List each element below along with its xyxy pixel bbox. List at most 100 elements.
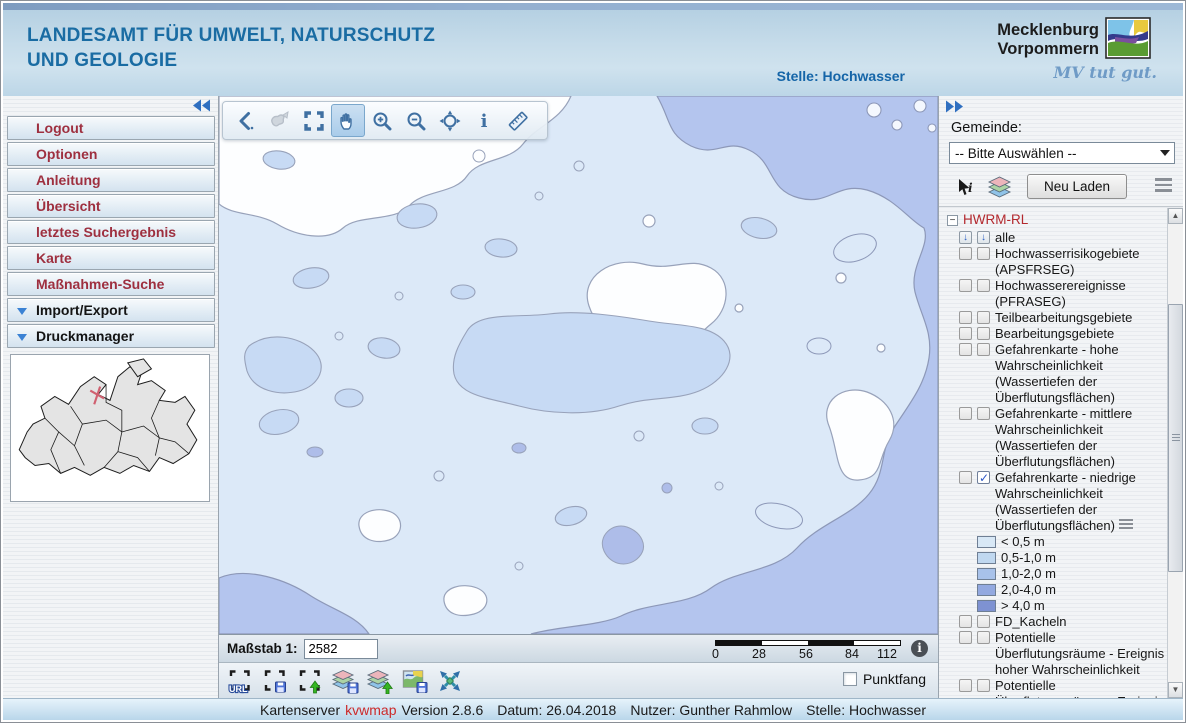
sidebar-item-uebersicht[interactable]: Übersicht (7, 194, 215, 218)
layer-checkbox[interactable] (977, 631, 990, 644)
punktfang-checkbox[interactable] (843, 672, 857, 686)
legend-swatch (977, 584, 996, 596)
layer-row: Hochwasserrisikogebiete (APSFRSEG) (959, 246, 1168, 278)
load-all-icon[interactable]: ↓ (977, 231, 990, 244)
load-extent-icon[interactable] (296, 667, 324, 695)
layer-checkbox[interactable] (977, 247, 990, 260)
layer-checkbox[interactable] (977, 327, 990, 340)
save-extent-icon[interactable] (261, 667, 289, 695)
flood-map-svg (219, 96, 938, 634)
layer-checkbox[interactable] (977, 615, 990, 628)
legend-swatch (977, 536, 996, 548)
brand-line2: Vorpommern (997, 40, 1099, 59)
layer-checkbox[interactable] (977, 407, 990, 420)
right-panel: Gemeinde: -- Bitte Auswählen -- i Neu La… (938, 96, 1183, 698)
zoom-in-icon[interactable] (365, 104, 399, 137)
layer-row: Bearbeitungsgebiete (959, 326, 1168, 342)
header: LANDESAMT FÜR UMWELT, NATURSCHUTZ UND GE… (3, 3, 1183, 96)
gemeinde-selected-value: -- Bitte Auswählen -- (955, 146, 1077, 161)
layer-checkbox[interactable] (959, 631, 972, 644)
svg-text:i: i (481, 111, 488, 132)
chevron-down-icon (17, 308, 27, 315)
flood-map-canvas[interactable]: i (219, 96, 938, 634)
sidebar-group-import-export[interactable]: Import/Export (7, 298, 215, 322)
punktfang-toggle[interactable]: Punktfang (843, 671, 926, 687)
save-map-image-icon[interactable] (401, 667, 429, 695)
save-layer-settings-icon[interactable] (331, 667, 359, 695)
layer-checkbox[interactable] (977, 311, 990, 324)
scalebar-ticks: 0 28 56 84 112 m (712, 647, 904, 661)
layer-checkbox[interactable] (959, 407, 972, 420)
layer-row: Potentielle Überflutungsräume - Ereignis (959, 678, 1168, 698)
sidebar-item-logout[interactable]: Logout (7, 116, 215, 140)
scrollbar-grip (1172, 434, 1180, 443)
back-arrow-icon[interactable] (229, 104, 263, 137)
tree-root-row: − HWRM-RL (947, 212, 1168, 228)
scroll-down-icon[interactable]: ▼ (1168, 682, 1183, 698)
layer-checkbox[interactable] (959, 679, 972, 692)
layer-checkbox[interactable] (977, 279, 990, 292)
layer-row: Gefahrenkarte - hohe Wahrscheinlichkeit … (959, 342, 1168, 406)
full-extent-icon[interactable] (297, 104, 331, 137)
tree-root-label: HWRM-RL (963, 212, 1028, 228)
layer-row: FD_Kacheln (959, 614, 1168, 630)
brand-line1: Mecklenburg (997, 21, 1099, 40)
scalebar: 0 28 56 84 112 m (712, 638, 904, 662)
sidebar-group-druckmanager[interactable]: Druckmanager (7, 324, 215, 348)
footer-datum: Datum: 26.04.2018 (497, 702, 616, 718)
expand-panel-icon[interactable] (944, 100, 966, 114)
measure-ruler-icon[interactable] (501, 104, 535, 137)
overview-map[interactable] (10, 354, 210, 502)
load-layer-settings-icon[interactable] (366, 667, 394, 695)
scalebar-info-icon[interactable]: i (911, 640, 928, 657)
layer-row: Teilbearbeitungsgebiete (959, 310, 1168, 326)
chevron-down-icon (17, 334, 27, 341)
gemeinde-label: Gemeinde: (951, 120, 1022, 136)
layer-checkbox[interactable] (959, 615, 972, 628)
layers-icon[interactable] (986, 174, 1014, 202)
layer-checkbox[interactable] (959, 343, 972, 356)
footer-app-name: kvwmap (345, 702, 396, 718)
stelle-label: Stelle: Hochwasser (777, 68, 905, 84)
sidebar-item-karte[interactable]: Karte (7, 246, 215, 270)
sidebar-item-massnahmen-suche[interactable]: Maßnahmen-Suche (7, 272, 215, 296)
sidebar-item-optionen[interactable]: Optionen (7, 142, 215, 166)
footer-stelle: Stelle: Hochwasser (806, 702, 926, 718)
tree-scrollbar[interactable]: ▲ ▼ (1167, 208, 1183, 698)
legend-item: 0,5-1,0 m (977, 550, 1168, 566)
info-icon[interactable]: i (467, 104, 501, 137)
scroll-up-icon[interactable]: ▲ (1168, 208, 1183, 224)
collapse-node-icon[interactable]: − (947, 215, 958, 226)
layer-checkbox[interactable] (959, 471, 972, 484)
panel-menu-icon[interactable] (1155, 178, 1172, 195)
sidebar-menu: Logout Optionen Anleitung Übersicht letz… (7, 116, 215, 350)
footer-version: Version 2.8.6 (402, 702, 484, 718)
load-all-icon[interactable]: ↓ (959, 231, 972, 244)
sidebar-item-letztes-suchergebnis[interactable]: letztes Suchergebnis (7, 220, 215, 244)
layer-row: Gefahrenkarte - mittlere Wahrscheinlichk… (959, 406, 1168, 470)
layer-menu-icon[interactable] (1119, 519, 1133, 531)
footer-nutzer: Nutzer: Gunther Rahmlow (630, 702, 792, 718)
neu-laden-button[interactable]: Neu Laden (1027, 174, 1127, 199)
layer-checkbox[interactable] (977, 471, 990, 484)
panel-actions: i Neu Laden (939, 172, 1183, 204)
max-extent-icon[interactable] (436, 667, 464, 695)
sidebar-item-anleitung[interactable]: Anleitung (7, 168, 215, 192)
extent-to-url-icon[interactable]: URL (226, 667, 254, 695)
feature-info-cursor-icon[interactable]: i (952, 174, 980, 202)
zoom-out-icon[interactable] (399, 104, 433, 137)
pan-hand-icon[interactable] (331, 104, 365, 137)
collapse-sidebar-icon[interactable] (192, 99, 214, 113)
layer-checkbox[interactable] (959, 311, 972, 324)
gemeinde-select[interactable]: -- Bitte Auswählen -- (949, 142, 1175, 164)
layer-checkbox[interactable] (959, 247, 972, 260)
layer-checkbox[interactable] (959, 279, 972, 292)
scale-input[interactable] (304, 639, 378, 659)
layer-checkbox[interactable] (977, 679, 990, 692)
layer-checkbox[interactable] (977, 343, 990, 356)
recenter-icon[interactable] (433, 104, 467, 137)
scrollbar-thumb[interactable] (1168, 304, 1183, 572)
layer-checkbox[interactable] (959, 327, 972, 340)
svg-text:URL: URL (229, 684, 248, 694)
polygon-select-icon[interactable] (263, 104, 297, 137)
